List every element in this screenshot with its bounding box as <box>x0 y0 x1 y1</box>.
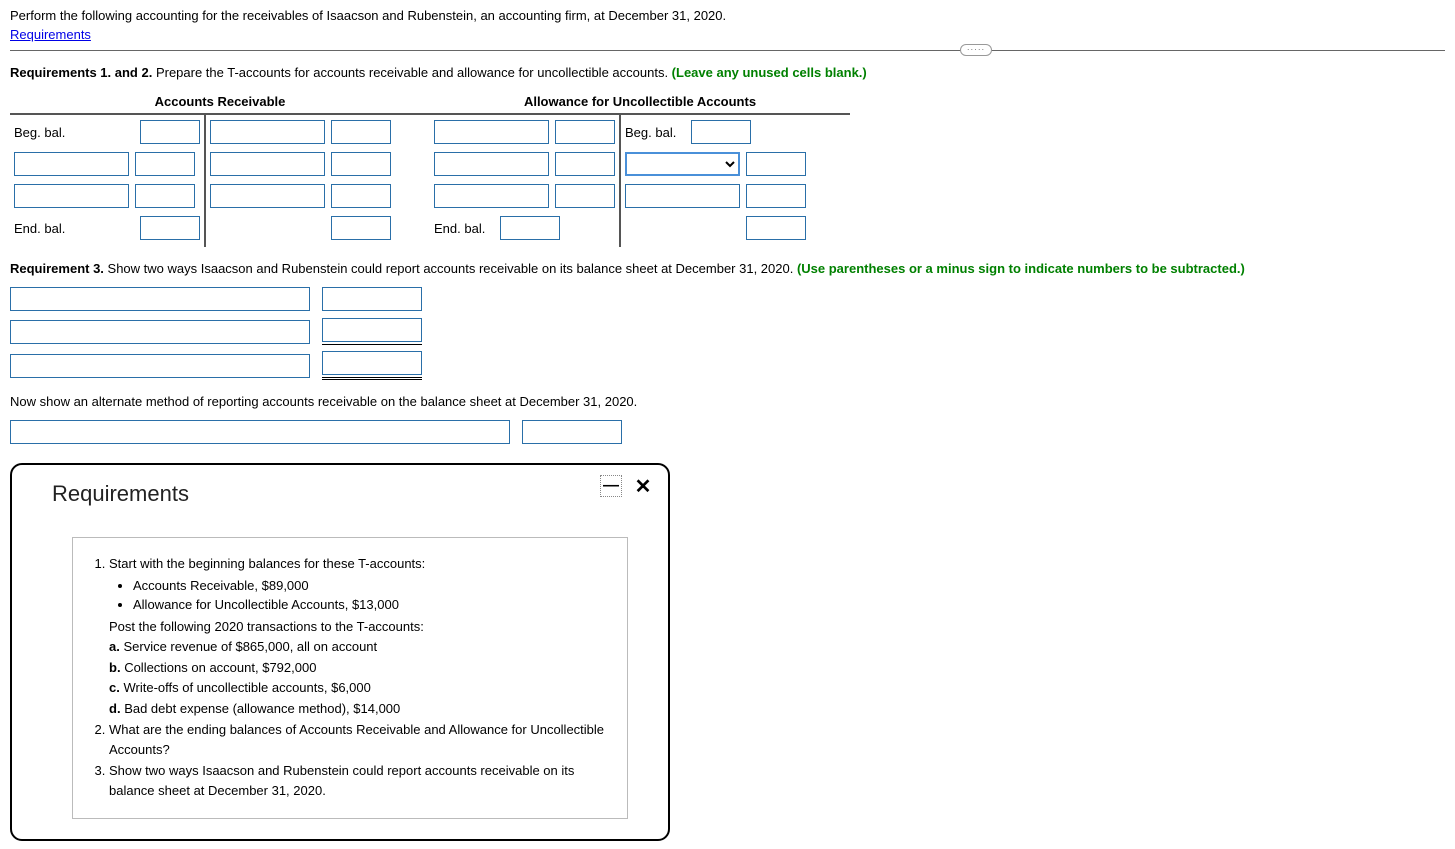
req12-lead-text: Prepare the T-accounts for accounts rece… <box>152 65 671 80</box>
req3-desc-2[interactable] <box>10 320 310 344</box>
t-account-allowance: Allowance for Uncollectible Accounts End… <box>430 90 850 247</box>
popup-title: Requirements <box>52 481 189 507</box>
req3-method1-table <box>10 286 1445 380</box>
req1-b: Collections on account, $792,000 <box>124 660 316 675</box>
req1-bullet-2: Allowance for Uncollectible Accounts, $1… <box>133 595 609 615</box>
page-separator: ····· <box>10 50 1445 51</box>
req1-bullet-1: Accounts Receivable, $89,000 <box>133 576 609 596</box>
au-debit-amt-1[interactable] <box>555 152 615 176</box>
separator-line <box>10 50 1445 51</box>
ar-credit-amt-0[interactable] <box>331 120 391 144</box>
au-credit-desc-2[interactable] <box>625 184 740 208</box>
requirements-link[interactable]: Requirements <box>10 27 91 42</box>
req3-desc-3[interactable] <box>10 354 310 378</box>
req1-d: Bad debt expense (allowance method), $14… <box>124 701 400 716</box>
req-item-1: Start with the beginning balances for th… <box>109 554 609 718</box>
intro-text: Perform the following accounting for the… <box>10 8 1445 23</box>
au-beg-bal-label: Beg. bal. <box>625 125 685 140</box>
popup-controls: — ✕ <box>600 475 654 497</box>
minimize-icon: — <box>603 477 619 495</box>
au-debit-amt-2[interactable] <box>555 184 615 208</box>
req-item-2: What are the ending balances of Accounts… <box>109 720 609 759</box>
req1-transactions: a. Service revenue of $865,000, all on a… <box>109 637 609 718</box>
au-end-bal-label-left: End. bal. <box>434 221 494 236</box>
req12-lead-green: (Leave any unused cells blank.) <box>672 65 867 80</box>
req1-bullets: Accounts Receivable, $89,000 Allowance f… <box>133 576 609 615</box>
req1-a: Service revenue of $865,000, all on acco… <box>123 639 377 654</box>
ar-title: Accounts Receivable <box>10 90 430 115</box>
req3-lead-bold: Requirement 3. <box>10 261 104 276</box>
au-credit-end-input[interactable] <box>746 216 806 240</box>
req3-alt-desc[interactable] <box>10 420 510 444</box>
popup-body: Start with the beginning balances for th… <box>72 537 628 819</box>
req1-c: Write-offs of uncollectible accounts, $6… <box>123 680 370 695</box>
ar-credit-amt-1[interactable] <box>331 152 391 176</box>
minimize-button[interactable]: — <box>600 475 622 497</box>
req1-lead: Start with the beginning balances for th… <box>109 556 425 571</box>
au-debit-side: End. bal. <box>430 115 621 247</box>
req3-lead-green: (Use parentheses or a minus sign to indi… <box>797 261 1245 276</box>
ar-credit-desc-2[interactable] <box>210 184 325 208</box>
requirements-list: Start with the beginning balances for th… <box>91 554 609 800</box>
close-button[interactable]: ✕ <box>632 475 654 497</box>
close-icon: ✕ <box>635 474 652 499</box>
ar-credit-amt-2[interactable] <box>331 184 391 208</box>
au-debit-amt-0[interactable] <box>555 120 615 144</box>
req3-alt-amt[interactable] <box>522 420 622 444</box>
au-credit-amt-1[interactable] <box>746 152 806 176</box>
au-credit-select-1[interactable] <box>625 152 740 176</box>
au-debit-desc-2[interactable] <box>434 184 549 208</box>
au-debit-end-input[interactable] <box>500 216 560 240</box>
au-beg-bal-input[interactable] <box>691 120 751 144</box>
req12-heading: Requirements 1. and 2. Prepare the T-acc… <box>10 65 1445 80</box>
req1-post: Post the following 2020 transactions to … <box>109 617 609 637</box>
req3-amt-1[interactable] <box>322 287 422 311</box>
ar-credit-desc-1[interactable] <box>210 152 325 176</box>
ar-beg-bal-input[interactable] <box>140 120 200 144</box>
au-debit-desc-1[interactable] <box>434 152 549 176</box>
t-account-ar: Accounts Receivable Beg. bal. End. bal. <box>10 90 430 247</box>
ar-credit-desc-0[interactable] <box>210 120 325 144</box>
ar-beg-bal-label: Beg. bal. <box>14 125 134 140</box>
popup-header: Requirements — ✕ <box>12 465 668 517</box>
au-credit-side: Beg. bal. <box>621 115 810 247</box>
au-title: Allowance for Uncollectible Accounts <box>430 90 850 115</box>
au-credit-amt-2[interactable] <box>746 184 806 208</box>
ar-credit-side <box>206 115 395 247</box>
req-item-3: Show two ways Isaacson and Rubenstein co… <box>109 761 609 800</box>
t-accounts-container: Accounts Receivable Beg. bal. End. bal. … <box>10 90 1445 247</box>
requirements-popup: Requirements — ✕ Start with the beginnin… <box>10 463 670 841</box>
req3-desc-1[interactable] <box>10 287 310 311</box>
req3-amt-2[interactable] <box>322 318 422 342</box>
req3-method2-row <box>10 419 1445 445</box>
ar-end-bal-label: End. bal. <box>14 221 134 236</box>
ar-credit-amt-3[interactable] <box>331 216 391 240</box>
separator-handle[interactable]: ····· <box>960 44 992 56</box>
req12-lead-bold: Requirements 1. and 2. <box>10 65 152 80</box>
ar-debit-desc-1[interactable] <box>14 152 129 176</box>
ar-debit-desc-2[interactable] <box>14 184 129 208</box>
ar-debit-side: Beg. bal. End. bal. <box>10 115 206 247</box>
au-debit-desc-0[interactable] <box>434 120 549 144</box>
req3-lead-text: Show two ways Isaacson and Rubenstein co… <box>104 261 797 276</box>
req3-amt-3[interactable] <box>322 351 422 375</box>
ar-debit-amt-1[interactable] <box>135 152 195 176</box>
ar-debit-amt-2[interactable] <box>135 184 195 208</box>
req3-heading: Requirement 3. Show two ways Isaacson an… <box>10 261 1445 276</box>
alt-method-text: Now show an alternate method of reportin… <box>10 394 1445 409</box>
ar-end-bal-input[interactable] <box>140 216 200 240</box>
